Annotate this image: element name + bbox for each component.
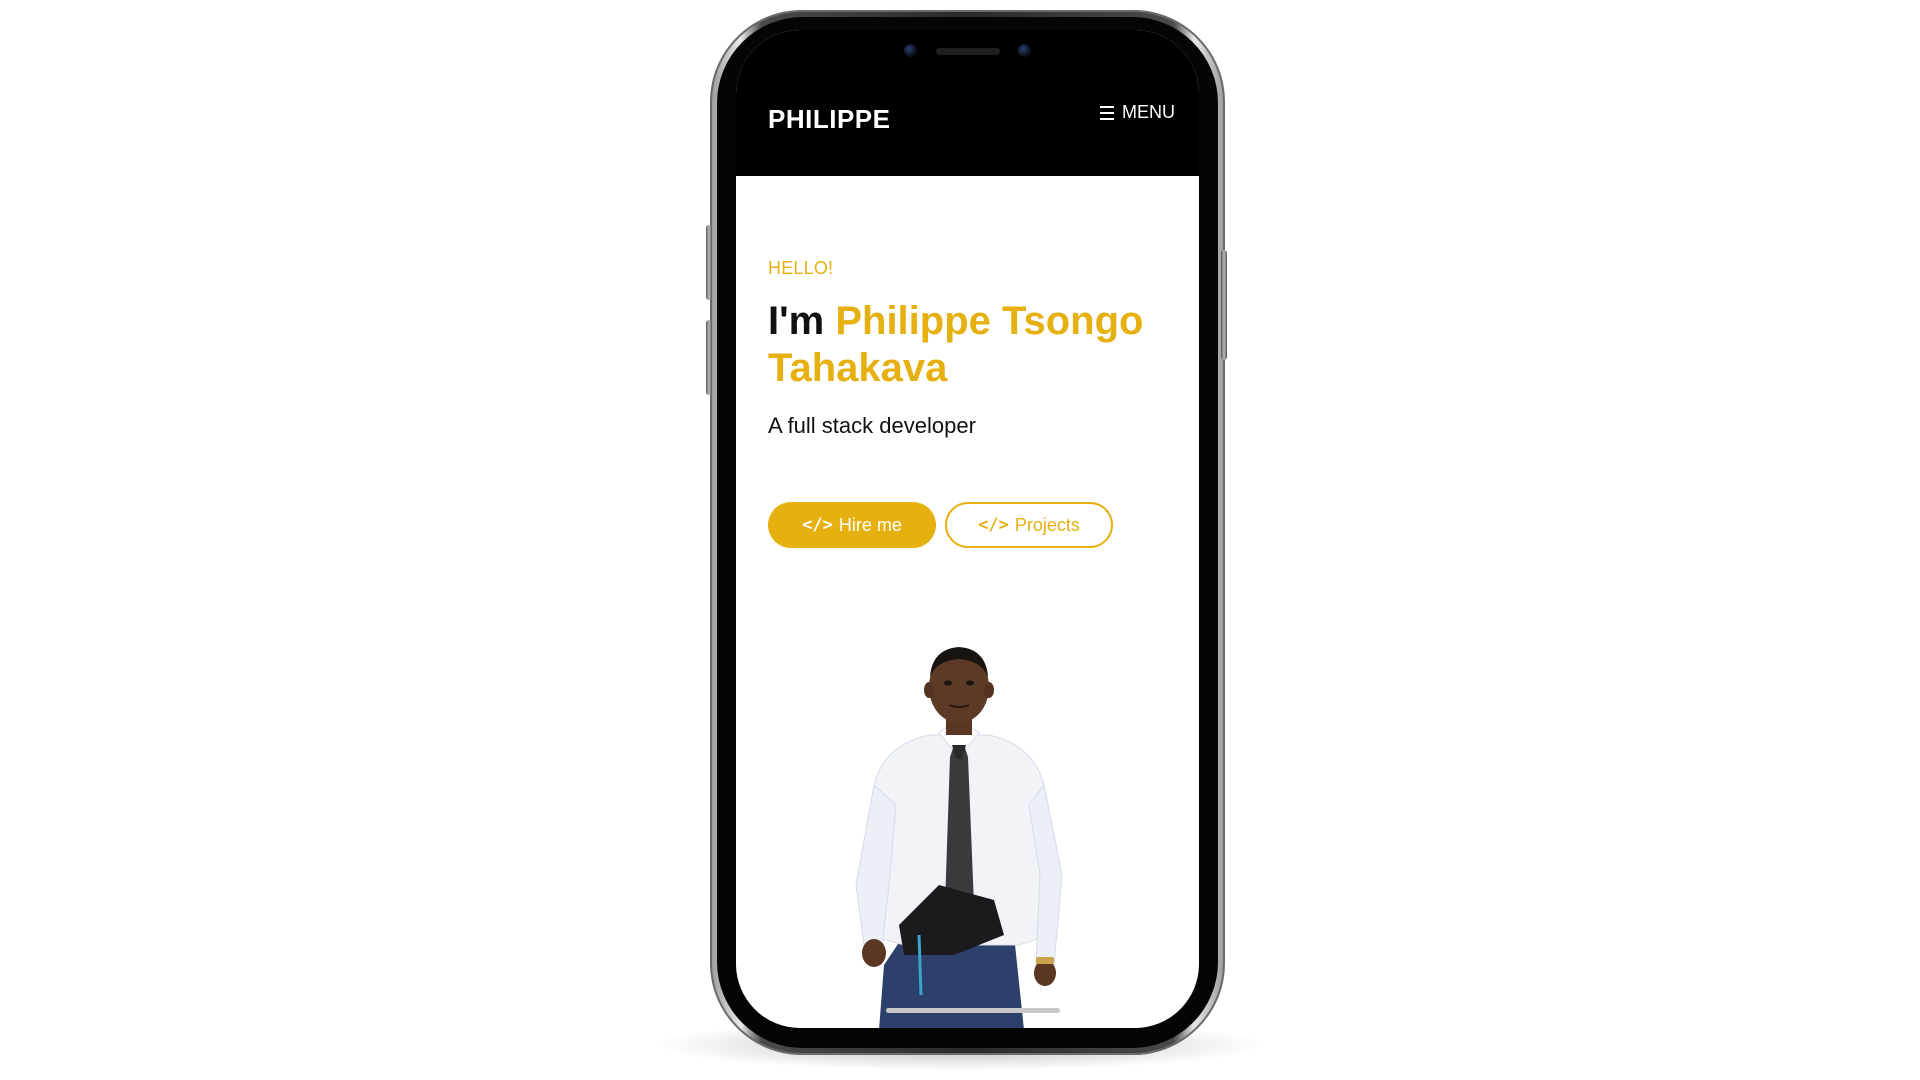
hire-me-button[interactable]: </> Hire me [768, 502, 936, 548]
code-icon: </> [802, 515, 833, 535]
brand-logo[interactable]: PHILIPPE [768, 104, 890, 135]
code-icon: </> [978, 515, 1009, 535]
projects-label: Projects [1014, 514, 1080, 535]
phone-screen: PHILIPPE MENU HELLO! I'm Philippe Tsongo… [736, 30, 1199, 1028]
person-name: Philippe Tsongo Tahakava [768, 299, 1144, 390]
hero-heading: I'm Philippe Tsongo Tahakava [768, 298, 1168, 392]
menu-button[interactable]: MENU [1100, 102, 1175, 123]
home-indicator[interactable] [886, 1008, 1060, 1013]
hamburger-icon [1100, 105, 1114, 120]
greeting: HELLO! [768, 258, 834, 278]
intro-text: I'm [768, 299, 825, 343]
role-subtitle: A full stack developer [768, 413, 976, 438]
phone-side-button [706, 320, 712, 395]
menu-label: MENU [1122, 102, 1175, 122]
camera-icon [904, 44, 917, 57]
sensor-icon [1018, 44, 1031, 57]
stage: PHILIPPE MENU HELLO! I'm Philippe Tsongo… [0, 0, 1920, 1080]
projects-button[interactable]: </> Projects [945, 502, 1113, 548]
navbar: PHILIPPE MENU [736, 30, 1199, 176]
phone-side-button [1221, 250, 1227, 360]
hire-me-label: Hire me [838, 514, 902, 535]
person-portrait [855, 647, 1063, 1028]
speaker-icon [936, 48, 1000, 55]
phone-side-button [706, 225, 712, 300]
